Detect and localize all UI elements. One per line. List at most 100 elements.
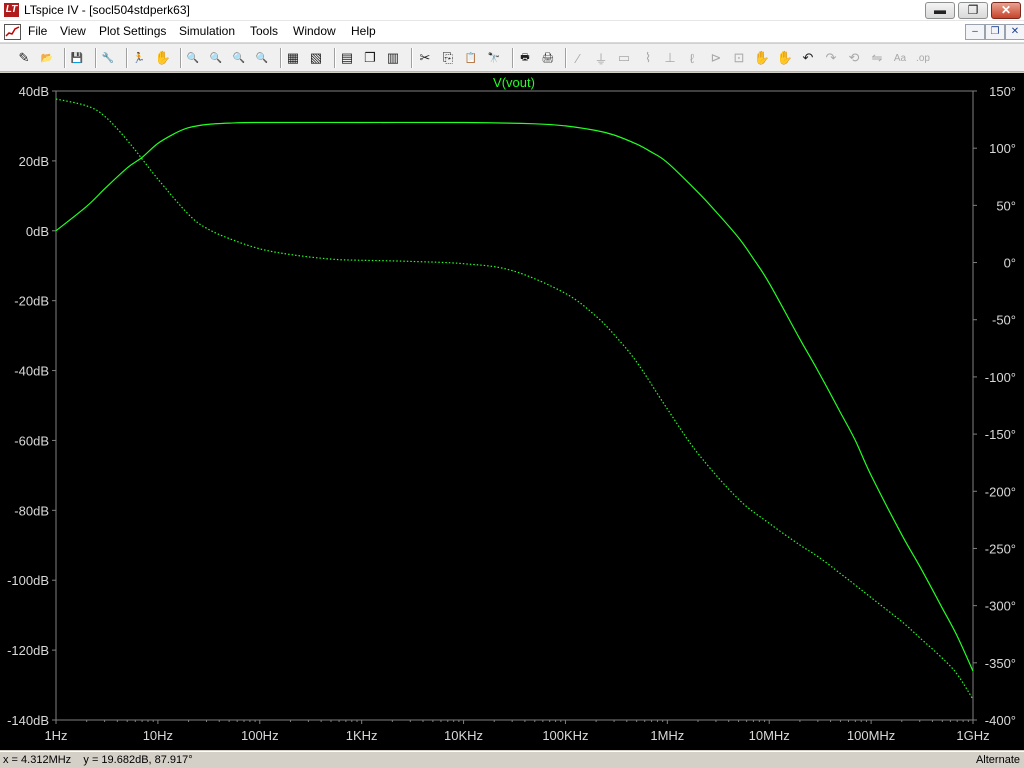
diode-icon[interactable]: ⊳ [706, 48, 726, 68]
menu-help-label: Help [351, 24, 376, 38]
toolbar-separator [126, 48, 128, 68]
y-right-tick-label: 100° [989, 141, 1016, 156]
copy-icon[interactable]: ⎘ [438, 48, 458, 68]
print-icon[interactable]: 🖨 [538, 48, 558, 68]
run-icon[interactable]: 🏃 [129, 48, 149, 68]
component-icon[interactable]: ⊡ [729, 48, 749, 68]
text-icon[interactable]: Aa [890, 48, 910, 68]
toolbar-separator [512, 48, 514, 68]
y-left-tick-label: -140dB [7, 713, 49, 728]
x-tick-label: 1MHz [650, 728, 684, 743]
open-icon[interactable]: 📂 [37, 48, 57, 68]
window-title: LTspice IV - [socl504stdperk63] [24, 3, 190, 17]
zoom-in-icon[interactable]: 🔍 [183, 48, 203, 68]
toolbar-separator [180, 48, 182, 68]
cursor-readout: x = 4.312MHz y = 19.682dB, 87.917° [3, 754, 193, 766]
zoom-fit-icon[interactable]: 🔍 [252, 48, 272, 68]
y-right-tick-label: -150° [985, 427, 1016, 442]
y-right-tick-label: -50° [992, 313, 1016, 328]
tile-vertical-icon[interactable]: ▥ [383, 48, 403, 68]
drag-icon[interactable]: ✋ [775, 48, 795, 68]
x-tick-label: 10Hz [143, 728, 173, 743]
mdi-minimize-button[interactable]: – [965, 24, 985, 40]
menu-view-label: View [60, 24, 86, 38]
x-tick-label: 1KHz [346, 728, 378, 743]
halt-icon[interactable]: ✋ [153, 48, 173, 68]
menu-file[interactable]: File [28, 24, 47, 38]
y-right-tick-label: -350° [985, 656, 1016, 671]
waveform-plot[interactable]: 1Hz 10Hz 100Hz 1KHz 10KHz 100KHz 1MHz 10MHz 100M… [0, 73, 1024, 750]
phase-trace [55, 98, 974, 700]
maximize-button[interactable]: ❐ [958, 2, 988, 19]
trace-label-vout[interactable]: V(vout) [493, 75, 535, 90]
mode-indicator: Alternate [975, 754, 1020, 766]
toolbar-separator [565, 48, 567, 68]
rotate-icon[interactable]: ⟲ [844, 48, 864, 68]
toolbar: ✎ 📂 💾 🔧 🏃 ✋ 🔍 🔍 🔍 🔍 ▦ ▧ ▤ ❐ ▥ ✂ ⎘ 📋 🔭 🖶 🖨 ∕ ⏚ ▭ ⌇ ⊥ ℓ ⊳ ⊡ ✋ ✋ ↶ ↷ ⟲ ⇋ Aa .op [0, 44, 1024, 72]
x-tick-label: 10MHz [749, 728, 790, 743]
new-schematic-icon[interactable]: ✎ [14, 48, 34, 68]
zoom-out-icon[interactable]: 🔍 [229, 48, 249, 68]
y-right-tick-label: 50° [996, 198, 1016, 213]
wire-icon[interactable]: ∕ [568, 48, 588, 68]
label-net-icon[interactable]: ▭ [614, 48, 634, 68]
control-panel-icon[interactable]: 🔧 [98, 48, 118, 68]
toolbar-separator [64, 48, 66, 68]
save-icon[interactable]: 💾 [67, 48, 87, 68]
undo-icon[interactable]: ↶ [798, 48, 818, 68]
toolbar-separator [411, 48, 413, 68]
menu-help[interactable]: Help [351, 24, 376, 38]
minimize-button[interactable]: ▬ [925, 2, 955, 19]
y-left-tick-label: -80dB [14, 503, 49, 518]
mirror-icon[interactable]: ⇋ [867, 48, 887, 68]
y-left-tick-label: 40dB [19, 84, 49, 99]
paste-icon[interactable]: 📋 [461, 48, 481, 68]
pan-icon[interactable]: 🔍 [206, 48, 226, 68]
cascade-icon[interactable]: ❐ [360, 48, 380, 68]
pick-visible-traces-icon[interactable]: ▧ [306, 48, 326, 68]
y-left-tick-label: 20dB [19, 154, 49, 169]
ground-icon[interactable]: ⏚ [591, 48, 611, 68]
cut-icon[interactable]: ✂ [415, 48, 435, 68]
x-tick-label: 1Hz [44, 728, 67, 743]
inductor-icon[interactable]: ℓ [682, 48, 702, 68]
magnitude-trace [55, 121, 974, 672]
tile-horizontal-icon[interactable]: ▤ [337, 48, 357, 68]
capacitor-icon[interactable]: ⊥ [660, 48, 680, 68]
waveform-document-icon[interactable] [4, 24, 21, 40]
y-right-tick-label: -200° [985, 484, 1016, 499]
menu-simulation[interactable]: Simulation [179, 24, 235, 38]
y-left-tick-label: -100dB [7, 573, 49, 588]
menu-window[interactable]: Window [293, 24, 336, 38]
autorange-icon[interactable]: ▦ [283, 48, 303, 68]
y-right-tick-label: 0° [1004, 256, 1016, 271]
close-button[interactable]: ✕ [991, 2, 1021, 19]
redo-icon[interactable]: ↷ [821, 48, 841, 68]
ltspice-window: LT LTspice IV - [socl504stdperk63] ▬ ❐ ✕… [0, 0, 1024, 768]
y-right-tick-label: 150° [989, 84, 1016, 99]
y-left-tick-label: 0dB [26, 224, 49, 239]
menu-tools[interactable]: Tools [250, 24, 278, 38]
mdi-close-button[interactable]: ✕ [1005, 24, 1024, 40]
x-tick-label: 10KHz [444, 728, 483, 743]
title-bar[interactable]: LT LTspice IV - [socl504stdperk63] ▬ ❐ ✕ [0, 0, 1024, 21]
y-right-tick-label: -300° [985, 599, 1016, 614]
menu-view[interactable]: View [60, 24, 86, 38]
menu-tools-label: Tools [250, 24, 279, 38]
x-tick-label: 1GHz [956, 728, 989, 743]
resistor-icon[interactable]: ⌇ [638, 48, 658, 68]
y-left-tick-label: -40dB [14, 364, 49, 379]
mdi-restore-button[interactable]: ❐ [985, 24, 1005, 40]
move-icon[interactable]: ✋ [752, 48, 772, 68]
ltspice-logo-icon: LT [4, 3, 19, 17]
menu-plot-settings[interactable]: Plot Settings [99, 24, 166, 38]
status-bar: x = 4.312MHz y = 19.682dB, 87.917° Alter… [0, 751, 1024, 768]
spice-directive-icon[interactable]: .op [913, 48, 933, 68]
x-tick-label: 100Hz [241, 728, 279, 743]
plot-frame [55, 90, 974, 721]
waveform-plot-pane[interactable]: 1Hz 10Hz 100Hz 1KHz 10KHz 100KHz 1MHz 10MHz 100M… [0, 73, 1024, 750]
toolbar-separator [95, 48, 97, 68]
find-icon[interactable]: 🔭 [484, 48, 504, 68]
x-tick-label: 100MHz [847, 728, 895, 743]
print-preview-icon[interactable]: 🖶 [515, 48, 535, 68]
